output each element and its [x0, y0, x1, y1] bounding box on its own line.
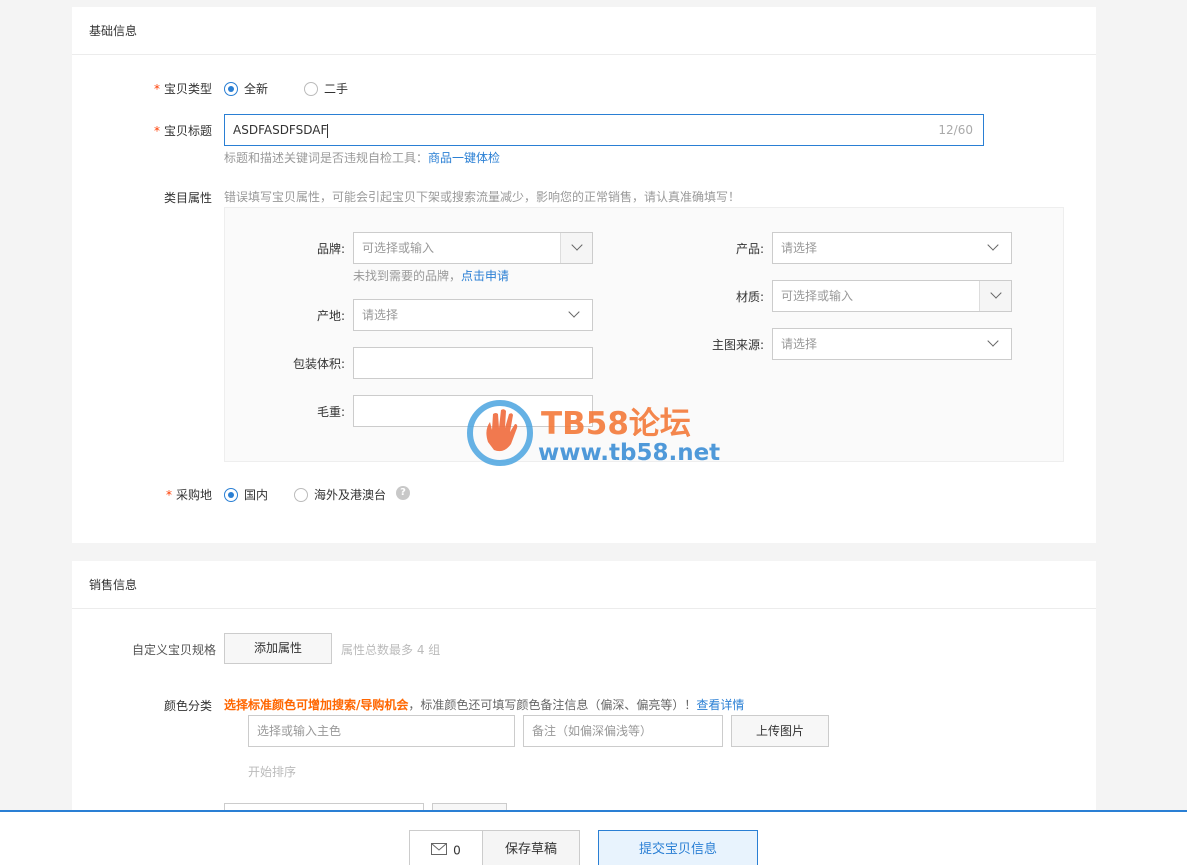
radio-domestic[interactable]: 国内 [224, 486, 268, 503]
add-attribute-button[interactable]: 添加属性 [224, 633, 332, 664]
brand-label: 品牌: [316, 242, 345, 256]
origin-select[interactable]: 请选择 [353, 299, 593, 331]
footer-bar [0, 810, 1187, 865]
title-label: * 宝贝标题 [153, 124, 212, 138]
radio-new-dot[interactable] [224, 81, 238, 96]
package-volume-input[interactable] [353, 347, 593, 379]
sales-info-panel: 销售信息 [72, 561, 1096, 821]
save-draft-button[interactable]: 保存草稿 [482, 830, 580, 865]
item-type-label: * 宝贝类型 [153, 82, 212, 96]
watermark-logo-icon [466, 400, 536, 466]
watermark-title: TB58论坛 [541, 406, 691, 442]
brand-select[interactable]: 可选择或输入 [353, 232, 593, 264]
color-promo: 选择标准颜色可增加搜索/导购机会，标准颜色还可填写颜色备注信息（偏深、偏亮等）！… [224, 698, 745, 712]
radio-domestic-dot[interactable] [224, 487, 238, 502]
apply-brand-link[interactable]: 点击申请 [461, 269, 509, 283]
radio-overseas[interactable]: 海外及港澳台 [294, 486, 386, 503]
package-volume-label: 包装体积: [292, 357, 345, 371]
start-sort-link[interactable]: 开始排序 [248, 763, 296, 780]
main-color-input[interactable]: 选择或输入主色 [248, 715, 515, 747]
product-select[interactable]: 请选择 [772, 232, 1012, 264]
submit-button[interactable]: 提交宝贝信息 [598, 830, 758, 865]
brand-dropdown-button[interactable] [560, 233, 592, 263]
text-cursor [327, 123, 329, 138]
radio-overseas-dot[interactable] [294, 487, 308, 502]
chevron-down-icon [990, 287, 1002, 299]
watermark-url: www.tb58.net [538, 440, 721, 466]
material-select[interactable]: 可选择或输入 [772, 280, 1012, 312]
color-promo-highlight: 选择标准颜色可增加搜索/导购机会 [224, 698, 409, 712]
purchase-location-label: * 采购地 [165, 488, 212, 502]
chevron-down-icon [571, 239, 583, 251]
custom-spec-label: 自定义宝贝规格 [131, 643, 216, 657]
color-label: 颜色分类 [163, 699, 212, 713]
section-title-sales: 销售信息 [72, 561, 1096, 609]
category-warning: 错误填写宝贝属性，可能会引起宝贝下架或搜索流量减少，影响您的正常销售，请认真准确… [224, 190, 741, 204]
radio-new[interactable]: 全新 [224, 80, 268, 97]
radio-used[interactable]: 二手 [304, 80, 348, 97]
chevron-down-icon [568, 306, 580, 318]
main-image-source-label: 主图来源: [711, 338, 764, 352]
title-counter: 12/60 [938, 123, 973, 137]
view-details-link[interactable]: 查看详情 [696, 698, 744, 712]
brand-hint: 未找到需要的品牌，点击申请 [353, 269, 510, 283]
chevron-down-icon [987, 239, 999, 251]
upload-image-button[interactable]: 上传图片 [731, 715, 829, 747]
product-check-link[interactable]: 商品一键体检 [428, 151, 500, 165]
radio-used-dot[interactable] [304, 81, 318, 96]
envelope-icon [431, 832, 448, 865]
main-image-source-select[interactable]: 请选择 [772, 328, 1012, 360]
category-label: 类目属性 [163, 191, 212, 205]
question-circle-icon[interactable]: ? [396, 486, 410, 500]
material-dropdown-button[interactable] [979, 281, 1011, 311]
message-button[interactable]: 0 [409, 830, 483, 865]
title-hint: 标题和描述关键词是否违规自检工具：商品一键体检 [224, 151, 501, 165]
section-title-basic: 基础信息 [72, 7, 1096, 55]
product-label: 产品: [735, 242, 764, 256]
gross-weight-label: 毛重: [316, 405, 345, 419]
origin-label: 产地: [316, 309, 345, 323]
title-input[interactable]: ASDFASDFSDAF 12/60 [224, 114, 984, 146]
chevron-down-icon [987, 335, 999, 347]
color-note-input[interactable]: 备注（如偏深偏浅等） [523, 715, 723, 747]
custom-spec-hint: 属性总数最多 4 组 [341, 643, 441, 657]
material-label: 材质: [735, 290, 764, 304]
